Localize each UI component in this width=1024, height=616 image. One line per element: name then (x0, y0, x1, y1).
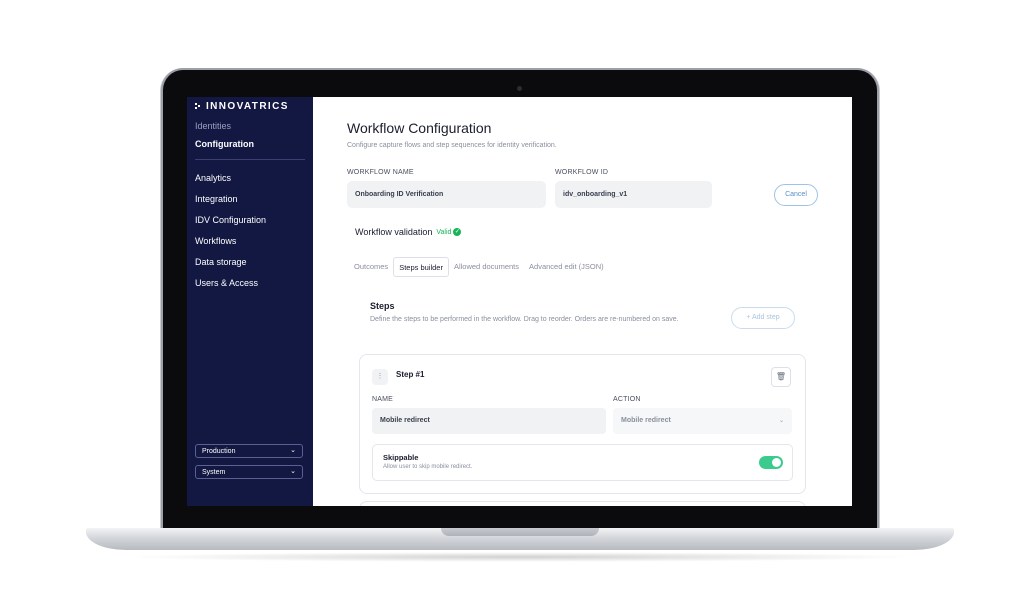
sidebar-item-data-storage[interactable]: Data storage (195, 256, 266, 277)
next-step-card (359, 501, 806, 506)
environment-select[interactable]: Production ⌄ (195, 444, 303, 458)
status-badge: Valid ✓ (436, 228, 462, 236)
step-action-select[interactable]: Mobile redirect ⌄ (613, 408, 792, 434)
sidebar-item-idv-configuration[interactable]: IDV Configuration (195, 214, 266, 235)
sidebar: INNOVATRICS Identities Configuration Ana… (187, 97, 313, 506)
screen: INNOVATRICS Identities Configuration Ana… (187, 97, 852, 506)
toggle-knob (772, 458, 781, 467)
environment-select-value: Production (202, 448, 236, 455)
page-title: Workflow Configuration (347, 120, 492, 136)
skippable-row: Skippable Allow user to skip mobile redi… (372, 444, 793, 481)
system-select-value: System (202, 469, 226, 476)
workflow-name-label: WORKFLOW NAME (347, 169, 414, 176)
drag-handle-icon[interactable]: ⋮ (372, 369, 388, 385)
step-action-value: Mobile redirect (621, 417, 671, 424)
step-card: ⋮ Step #1 🗑 NAME Mobile redirect ACTION … (359, 354, 806, 494)
sidebar-item-integration[interactable]: Integration (195, 193, 266, 214)
brand-name: INNOVATRICS (206, 101, 289, 112)
sidebar-item-analytics[interactable]: Analytics (195, 172, 266, 193)
skippable-toggle[interactable] (759, 456, 783, 469)
sidebar-item-configuration[interactable]: Configuration (195, 139, 254, 149)
validation-label: Workflow validation (355, 227, 433, 237)
steps-section-description: Define the steps to be performed in the … (370, 316, 679, 323)
system-select[interactable]: System ⌄ (195, 465, 303, 479)
workflow-id-input[interactable]: idv_onboarding_v1 (555, 181, 712, 208)
skippable-label: Skippable (383, 453, 419, 462)
laptop-shadow (120, 552, 920, 562)
chevron-down-icon: ⌄ (290, 468, 296, 475)
chevron-down-icon: ⌄ (290, 447, 296, 454)
sidebar-nav: Analytics Integration IDV Configuration … (195, 172, 266, 298)
sidebar-item-identities[interactable]: Identities (195, 121, 231, 131)
step-name-input[interactable]: Mobile redirect (372, 408, 606, 434)
cancel-button[interactable]: Cancel (774, 184, 818, 206)
workflow-name-input[interactable]: Onboarding ID Verification (347, 181, 546, 208)
tab-outcomes[interactable]: Outcomes (349, 257, 393, 277)
tab-steps-builder[interactable]: Steps builder (393, 257, 449, 277)
sidebar-item-users-access[interactable]: Users & Access (195, 277, 266, 298)
step-action-label: ACTION (613, 396, 641, 403)
laptop-notch (441, 528, 599, 536)
camera-dot (517, 86, 522, 91)
workflow-id-label: WORKFLOW ID (555, 169, 609, 176)
step-name-label: NAME (372, 396, 394, 403)
tab-advanced-edit[interactable]: Advanced edit (JSON) (524, 257, 609, 277)
workflow-validation: Workflow validation Valid ✓ (355, 227, 462, 237)
sidebar-item-workflows[interactable]: Workflows (195, 235, 266, 256)
check-icon: ✓ (453, 228, 462, 236)
main-content: Workflow Configuration Configure capture… (313, 97, 852, 506)
step-title: Step #1 (396, 370, 425, 379)
tab-bar: Outcomes Steps builder Allowed documents… (349, 257, 609, 277)
brand-logo[interactable]: INNOVATRICS (195, 101, 289, 112)
validation-status: Valid (436, 228, 452, 236)
page-subtitle: Configure capture flows and step sequenc… (347, 142, 557, 149)
chevron-down-icon: ⌄ (778, 418, 784, 424)
add-step-label: Add step (752, 314, 780, 321)
sidebar-divider (195, 159, 305, 160)
skippable-description: Allow user to skip mobile redirect. (383, 464, 473, 470)
steps-section-title: Steps (370, 301, 395, 311)
add-step-button[interactable]: + Add step (731, 307, 795, 329)
trash-icon[interactable]: 🗑 (771, 367, 791, 387)
brand-mark-icon (195, 103, 202, 110)
tab-allowed-documents[interactable]: Allowed documents (449, 257, 524, 277)
